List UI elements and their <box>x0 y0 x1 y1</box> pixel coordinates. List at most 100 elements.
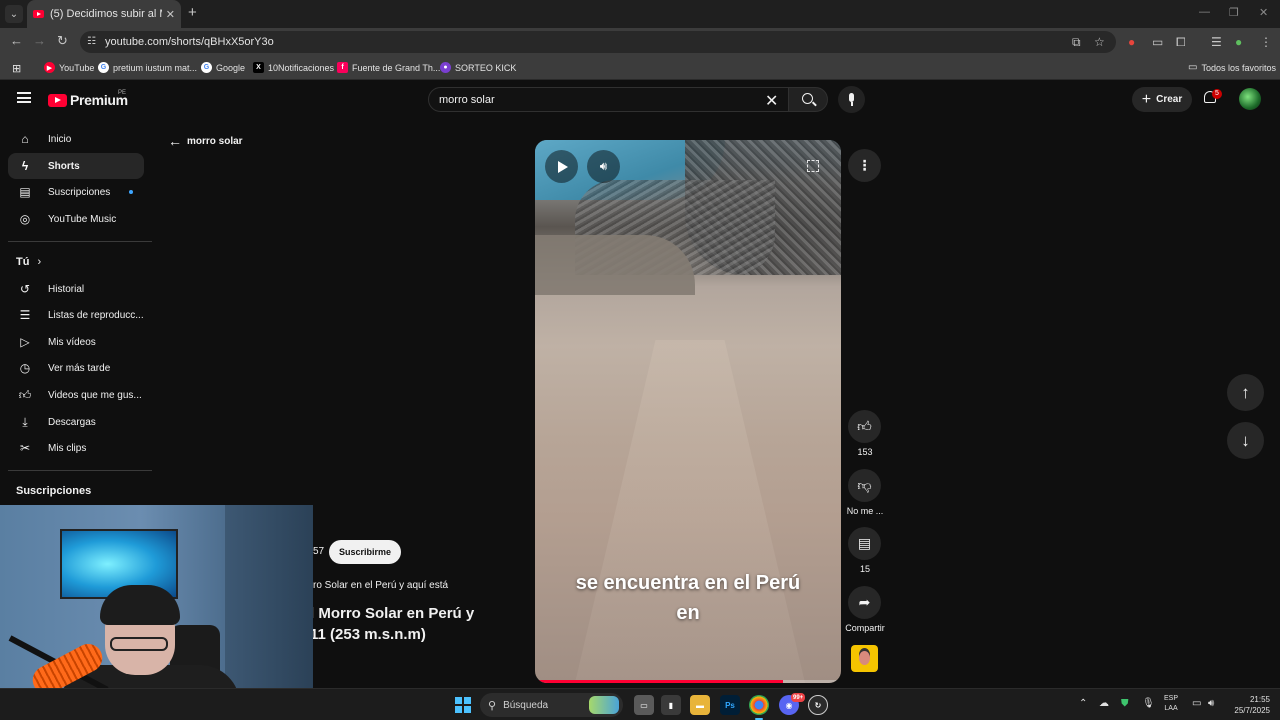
bookmark-youtube[interactable]: ▶ YouTube <box>44 62 94 73</box>
sidebar-item-videos-que-me-gustan[interactable]: 👍︎ Videos que me gus... <box>8 382 144 408</box>
caption-line: se encuentra en el Perú <box>575 572 801 594</box>
logo-region-code: PE <box>118 90 127 96</box>
back-arrow-icon[interactable]: ← <box>10 33 23 48</box>
tab-close-icon[interactable]: ✕ <box>166 8 175 21</box>
microphone-tray-icon[interactable]: 🎙︎ <box>1142 698 1155 709</box>
site-info-icon[interactable]: ☷ <box>87 36 96 47</box>
volume-button[interactable]: 🔊︎ <box>587 150 620 183</box>
back-to-search-link[interactable]: ← morro solar <box>168 133 243 149</box>
window-close-icon[interactable]: ✕ <box>1259 6 1268 19</box>
sidebar-section-suscripciones: Suscripciones <box>16 485 92 497</box>
subscribe-button[interactable]: Suscribirme <box>329 540 401 564</box>
browser-menu-icon[interactable]: ⋮ <box>1260 35 1272 49</box>
next-short-button[interactable]: ↓ <box>1227 422 1264 459</box>
reading-list-icon[interactable]: ☰ <box>1211 35 1222 49</box>
previous-short-button[interactable]: ↑ <box>1227 374 1264 411</box>
tray-overflow-chevron-icon[interactable]: ⌃ <box>1079 698 1087 709</box>
sidebar-item-shorts[interactable]: ϟ Shorts <box>8 153 144 179</box>
onedrive-cloud-icon[interactable]: ☁ <box>1099 698 1109 709</box>
file-explorer-icon[interactable]: ▬ <box>690 695 710 715</box>
bookmark-fandom[interactable]: f Fuente de Grand Th... <box>337 62 440 73</box>
back-arrow-icon: ← <box>168 133 182 149</box>
youtube-premium-logo[interactable]: Premium <box>48 92 128 108</box>
taskbar-search[interactable]: ⚲ Búsqueda <box>480 693 623 717</box>
bookmark-pretium[interactable]: Gpretium iustum mat... <box>98 62 197 73</box>
input-language-indicator[interactable]: ESP LAA <box>1164 694 1178 714</box>
play-button[interactable] <box>545 150 578 183</box>
sidebar-item-historial[interactable]: ↺ Historial <box>8 276 144 302</box>
caption-line: en <box>676 602 700 624</box>
sidebar-item-mis-clips[interactable]: ✂ Mis clips <box>8 435 144 461</box>
bookmark-star-icon[interactable]: ☆ <box>1094 35 1105 49</box>
apps-grid-icon[interactable]: ⊞ <box>12 62 21 75</box>
sidebar-item-label: Listas de reproducc... <box>48 309 144 321</box>
sidebar-item-youtube-music[interactable]: ◎ YouTube Music <box>8 206 144 232</box>
security-shield-icon[interactable]: ⛊ <box>1121 698 1129 709</box>
windows-start-icon[interactable] <box>455 697 471 713</box>
network-monitor-icon[interactable]: ▭ <box>1192 698 1201 709</box>
share-arrow-icon: ➦ <box>858 594 871 610</box>
forward-arrow-icon[interactable]: → <box>33 33 46 48</box>
video-progress-bar[interactable] <box>535 680 841 683</box>
install-app-icon[interactable]: ⧉ <box>1072 35 1081 50</box>
dislike-label: No me ... <box>846 506 884 516</box>
thumbs-up-icon: 👍︎ <box>857 418 872 434</box>
restore-icon[interactable]: ❐ <box>1229 6 1239 19</box>
extension-red-icon[interactable]: ● <box>1128 35 1135 49</box>
bookmark-sorteo-kick[interactable]: ● SORTEO KICK <box>440 62 516 73</box>
fullscreen-icon[interactable] <box>807 160 819 172</box>
hamburger-menu-icon[interactable] <box>17 92 31 103</box>
clock-time: 21:55 <box>1249 695 1270 704</box>
clear-search-icon[interactable]: ✕ <box>765 91 778 111</box>
chrome-icon[interactable] <box>749 695 769 720</box>
discord-badge: 99+ <box>791 693 806 702</box>
system-clock[interactable]: 21:55 25/7/2025 <box>1226 694 1270 716</box>
search-highlight-art <box>589 696 619 714</box>
sidebar-item-mis-videos[interactable]: ▷ Mis vídeos <box>8 329 144 355</box>
sidebar-item-suscripciones[interactable]: ▤ Suscripciones <box>8 179 144 205</box>
tab-search-chevron-icon[interactable]: ⌄ <box>5 5 23 23</box>
search-input[interactable]: morro solar ✕ <box>428 87 790 112</box>
subscriptions-icon: ▤ <box>19 185 31 199</box>
widget-app-icon[interactable]: ▮ <box>661 695 681 715</box>
sidebar-item-descargas[interactable]: ⤓ Descargas <box>8 409 144 435</box>
address-bar[interactable]: ☷ youtube.com/shorts/qBHxX5orY3o ⧉ ☆ <box>80 31 1116 53</box>
browser-tab[interactable]: (5) Decidimos subir al Morro So ✕ <box>27 0 181 28</box>
minimize-icon[interactable]: — <box>1199 6 1210 18</box>
comments-button[interactable]: ▤ <box>848 527 881 560</box>
task-view-icon[interactable]: ▭ <box>634 695 654 715</box>
profile-avatar-icon[interactable]: ● <box>1235 35 1242 49</box>
create-button[interactable]: + Crear <box>1132 87 1192 112</box>
dislike-button[interactable]: 👎︎ <box>848 469 881 502</box>
extensions-puzzle-icon[interactable]: ⧠ <box>1176 35 1186 50</box>
bookmark-google[interactable]: G Google <box>201 62 245 73</box>
shorts-video-player[interactable]: 🔊︎ se encuentra en el Perú en <box>535 140 841 683</box>
sidebar-item-ver-mas-tarde[interactable]: ◷ Ver más tarde <box>8 355 144 381</box>
playlists-icon: ☰ <box>19 308 31 322</box>
language-code: ESP <box>1164 695 1179 702</box>
volume-tray-icon[interactable]: 🔊︎ <box>1208 698 1214 709</box>
extension-card-icon[interactable]: ▭ <box>1152 35 1163 49</box>
scissors-icon: ✂ <box>19 441 31 455</box>
youtube-icon: ▶ <box>44 62 55 73</box>
more-options-button[interactable]: ⋮ <box>848 149 881 182</box>
like-button[interactable]: 👍︎ <box>848 410 881 443</box>
all-bookmarks-folder[interactable]: ▭ Todos los favoritos <box>1188 62 1276 73</box>
share-button[interactable]: ➦ <box>848 586 881 619</box>
bookmark-notificaciones[interactable]: X 10Notificaciones <box>253 62 334 73</box>
reload-icon[interactable]: ↻ <box>57 33 68 49</box>
thumbs-down-icon: 👎︎ <box>857 477 872 493</box>
app-circle-icon[interactable]: ↻ <box>808 695 828 715</box>
plus-icon: + <box>1141 90 1152 108</box>
video-title-line: 11 (253 m.s.n.m) <box>310 626 426 643</box>
account-avatar[interactable] <box>1239 88 1261 110</box>
voice-search-mic-icon[interactable] <box>838 86 865 113</box>
photoshop-icon[interactable]: Ps <box>720 695 740 715</box>
sidebar-item-listas[interactable]: ☰ Listas de reproducc... <box>8 302 144 328</box>
sidebar-section-tu[interactable]: Tú › <box>16 256 41 268</box>
sidebar-item-inicio[interactable]: ⌂ Inicio <box>8 126 144 152</box>
new-tab-plus-icon[interactable]: + <box>188 4 197 21</box>
sound-source-thumbnail[interactable] <box>851 645 878 672</box>
search-button[interactable] <box>788 87 828 112</box>
bookmark-label: Fuente de Grand Th... <box>352 62 441 73</box>
